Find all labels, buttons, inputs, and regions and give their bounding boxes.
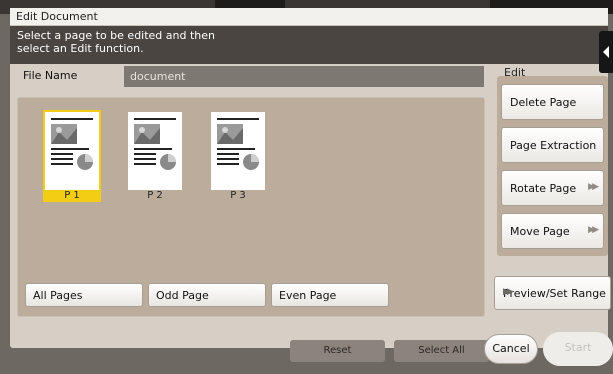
page-extraction-button[interactable]: Page Extraction	[501, 127, 604, 163]
dialog-titlebar: Edit Document	[10, 8, 608, 26]
instruction-text: Select a page to be edited and then sele…	[17, 29, 216, 55]
start-label: Start	[564, 341, 592, 354]
rotate-page-button[interactable]: Rotate Page ▶▶	[501, 170, 604, 206]
delete-page-button[interactable]: Delete Page	[501, 84, 604, 120]
document-page-icon	[217, 118, 259, 170]
document-page-icon	[134, 118, 176, 170]
preview-set-range-button[interactable]: Preview/Set Range ▶▶	[494, 276, 611, 310]
document-page-icon	[51, 118, 93, 170]
background-reset-label: Reset	[323, 345, 352, 356]
page-thumbnail-3[interactable]: P 3	[209, 110, 267, 201]
even-page-label: Even Page	[279, 289, 337, 302]
page-thumbnail-label: P 1	[43, 190, 101, 202]
rotate-page-label: Rotate Page	[510, 182, 577, 195]
double-chevron-right-icon: ▶▶	[503, 287, 514, 297]
dialog-title: Edit Document	[16, 10, 98, 23]
double-chevron-right-icon: ▶▶	[588, 182, 599, 192]
background-select-all-label: Select All	[418, 345, 465, 356]
file-name-label-text: File Name	[23, 69, 78, 82]
even-page-button[interactable]: Even Page	[271, 283, 389, 307]
all-pages-label: All Pages	[33, 289, 83, 302]
page-thumbnail-1[interactable]: P 1	[43, 110, 101, 202]
double-chevron-right-icon: ▶▶	[588, 225, 599, 235]
all-pages-button[interactable]: All Pages	[25, 283, 143, 307]
background-select-all-button: Select All	[394, 340, 489, 362]
file-name-field[interactable]: document	[124, 66, 484, 87]
background-reset-button: Reset	[290, 340, 385, 362]
cancel-label: Cancel	[492, 342, 530, 355]
collapse-panel-chevron-left-icon[interactable]	[599, 31, 613, 73]
move-page-label: Move Page	[510, 225, 570, 238]
odd-page-label: Odd Page	[156, 289, 209, 302]
page-thumbnail-label: P 3	[230, 190, 246, 201]
odd-page-button[interactable]: Odd Page	[148, 283, 266, 307]
file-name-label: File Name	[17, 66, 117, 86]
instruction-bar: Select a page to be edited and then sele…	[10, 26, 608, 64]
page-thumbnail-2[interactable]: P 2	[126, 110, 184, 201]
cancel-button[interactable]: Cancel	[484, 334, 538, 364]
start-button[interactable]: Start	[543, 332, 613, 366]
page-extraction-label: Page Extraction	[510, 139, 597, 152]
move-page-button[interactable]: Move Page ▶▶	[501, 213, 604, 249]
page-thumbnail-label: P 2	[147, 190, 163, 201]
delete-page-label: Delete Page	[510, 96, 577, 109]
file-name-value: document	[130, 70, 186, 83]
